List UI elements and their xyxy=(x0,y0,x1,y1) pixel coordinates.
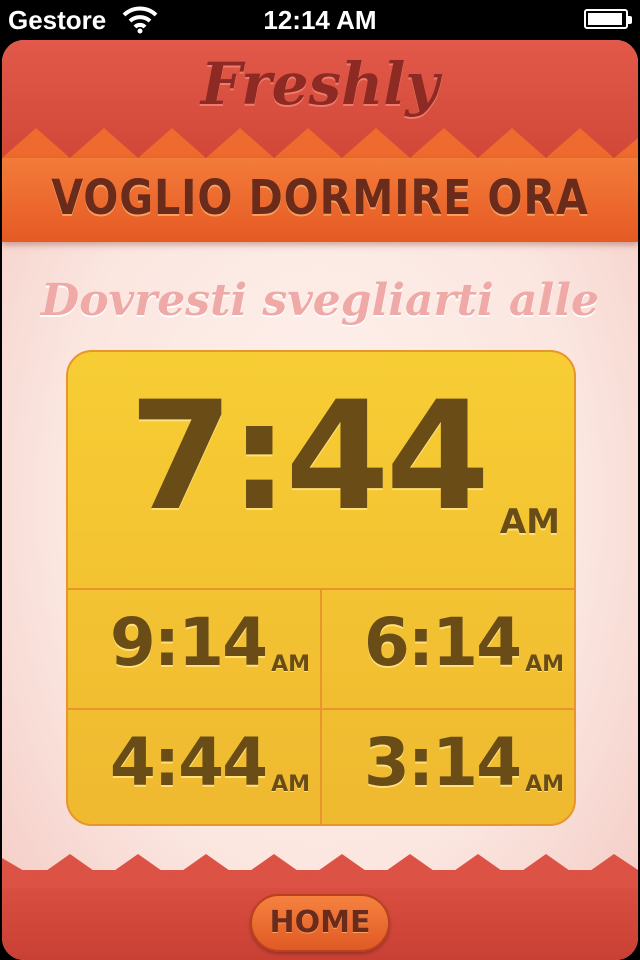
alt-time-digits: 4:44 xyxy=(109,724,268,801)
app-screen: Freshly VOGLIO DORMIRE ORA Dovresti sveg… xyxy=(0,40,640,960)
alt-time-digits: 3:14 xyxy=(363,724,522,801)
alt-time-digits: 6:14 xyxy=(363,604,522,681)
banner-title: VOGLIO DORMIRE ORA xyxy=(51,170,589,226)
banner: VOGLIO DORMIRE ORA xyxy=(2,158,638,242)
wake-times-panel: 7:44 AM 9:14 AM 6:14 AM 4:44 AM 3:14 AM xyxy=(66,350,576,826)
status-time: 12:14 AM xyxy=(263,5,377,35)
zigzag-divider-bottom xyxy=(2,854,638,888)
alt-time-ampm: AM xyxy=(525,772,564,797)
main-wake-time[interactable]: 7:44 AM xyxy=(68,352,574,590)
app-logo: Freshly xyxy=(200,50,440,118)
alt-wake-time[interactable]: 3:14 AM xyxy=(322,710,574,824)
alt-time-digits: 9:14 xyxy=(109,604,268,681)
main-time-ampm: AM xyxy=(499,502,560,542)
home-button[interactable]: HOME xyxy=(250,894,390,952)
alt-time-ampm: AM xyxy=(271,772,310,797)
main-time-digits: 7:44 xyxy=(128,370,490,544)
alt-wake-time[interactable]: 4:44 AM xyxy=(68,710,322,824)
battery-icon xyxy=(584,9,632,29)
alt-time-ampm: AM xyxy=(525,652,564,677)
alt-wake-time[interactable]: 9:14 AM xyxy=(68,590,322,710)
status-bar: Gestore 12:14 AM xyxy=(0,0,640,40)
subtitle: Dovresti svegliarti alle xyxy=(41,275,599,326)
app-card: Freshly VOGLIO DORMIRE ORA Dovresti sveg… xyxy=(2,40,638,960)
alt-time-ampm: AM xyxy=(271,652,310,677)
alt-wake-time[interactable]: 6:14 AM xyxy=(322,590,574,710)
